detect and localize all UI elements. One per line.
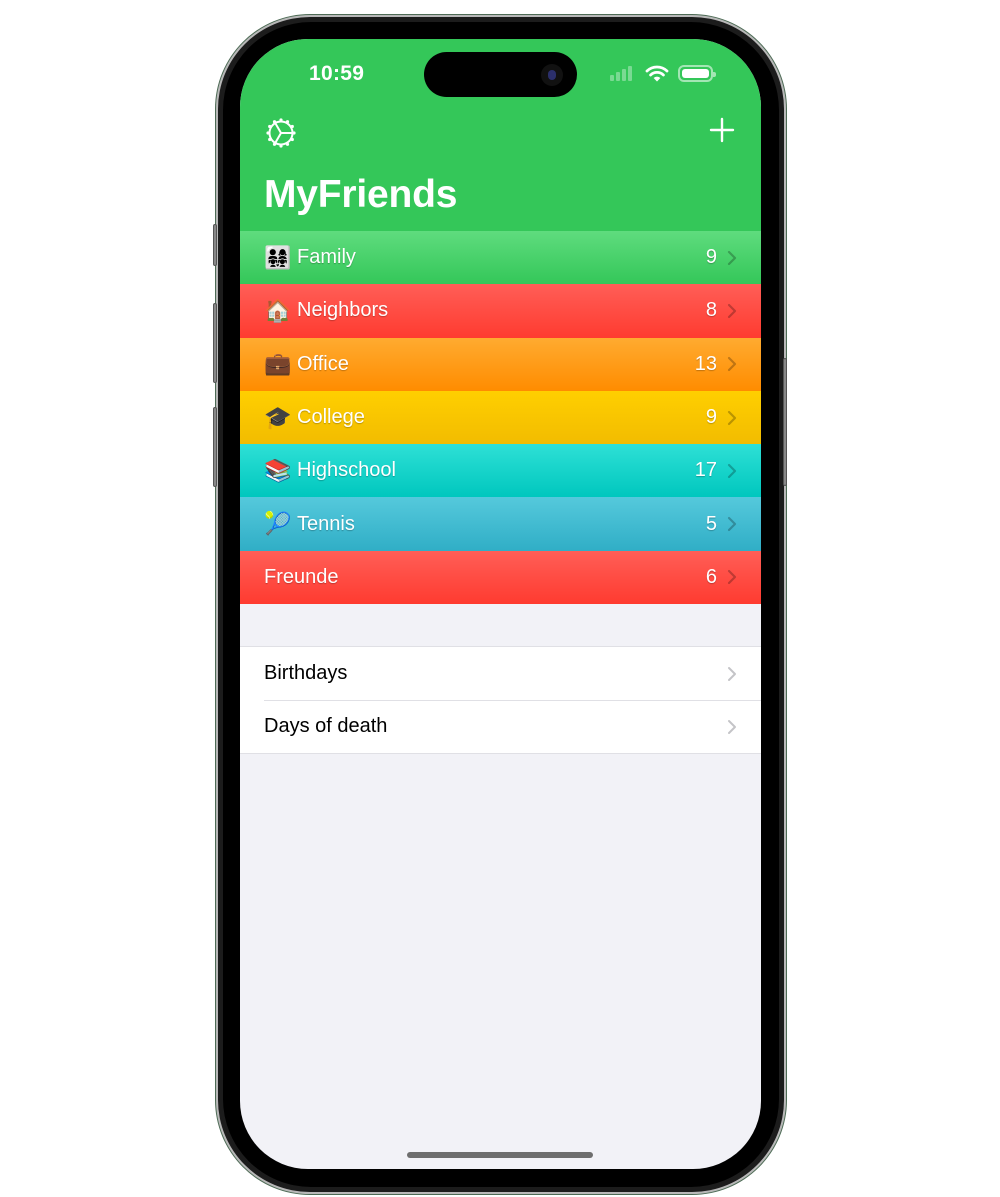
home-indicator[interactable] <box>407 1152 593 1158</box>
group-list: 👨‍👩‍👧‍👧 Family 9 🏠 Neighbors 8 💼 Office … <box>240 231 761 605</box>
group-label: Family <box>297 246 356 269</box>
battery-fill <box>682 69 709 78</box>
battery-tip <box>713 72 716 77</box>
briefcase-icon: 💼 <box>264 351 292 377</box>
tennis-ball-icon: 🎾 <box>264 511 292 537</box>
books-icon: 📚 <box>264 457 292 483</box>
battery-icon <box>678 65 716 82</box>
group-row-family[interactable]: 👨‍👩‍👧‍👧 Family 9 <box>240 231 761 285</box>
cellular-signal-icon <box>610 66 632 81</box>
group-count: 9 <box>705 406 717 429</box>
group-label: Freunde <box>264 565 339 588</box>
list-label: Birthdays <box>264 662 348 684</box>
group-label: Highschool <box>297 459 396 482</box>
group-count: 6 <box>705 565 717 588</box>
camera-icon <box>541 64 563 86</box>
list-label: Days of death <box>264 715 388 737</box>
chevron-right-icon <box>728 666 736 681</box>
page-title: MyFriends <box>264 173 458 216</box>
gear-icon[interactable] <box>264 116 298 150</box>
chevron-right-icon <box>727 570 737 585</box>
chevron-right-icon <box>727 250 737 265</box>
special-lists: Birthdays Days of death <box>240 646 761 754</box>
wifi-icon <box>645 65 669 82</box>
list-row-days-of-death[interactable]: Days of death <box>240 700 761 753</box>
chevron-right-icon <box>727 463 737 478</box>
header: 10:59 MyFriends <box>240 39 761 231</box>
status-time: 10:59 <box>309 62 365 85</box>
chevron-right-icon <box>727 517 737 532</box>
chevron-right-icon <box>727 357 737 372</box>
group-label: College <box>297 406 365 429</box>
group-count: 8 <box>705 299 717 322</box>
group-row-office[interactable]: 💼 Office 13 <box>240 337 761 391</box>
group-count: 9 <box>705 246 717 269</box>
group-label: Neighbors <box>297 299 389 322</box>
list-row-birthdays[interactable]: Birthdays <box>240 647 761 700</box>
volume-down-button <box>213 407 217 487</box>
screen: 10:59 <box>240 39 761 1169</box>
group-row-neighbors[interactable]: 🏠 Neighbors 8 <box>240 284 761 338</box>
house-icon: 🏠 <box>264 297 292 323</box>
power-button <box>783 358 787 486</box>
action-button <box>213 224 217 266</box>
chevron-right-icon <box>727 410 737 425</box>
group-row-highschool[interactable]: 📚 Highschool 17 <box>240 444 761 498</box>
group-count: 13 <box>694 352 717 375</box>
plus-icon[interactable] <box>709 117 735 143</box>
group-row-tennis[interactable]: 🎾 Tennis 5 <box>240 497 761 551</box>
group-row-college[interactable]: 🎓 College 9 <box>240 390 761 445</box>
chevron-right-icon <box>728 719 736 734</box>
volume-up-button <box>213 303 217 383</box>
group-label: Office <box>297 352 349 375</box>
group-label: Tennis <box>297 512 355 535</box>
family-icon: 👨‍👩‍👧‍👧 <box>264 244 292 270</box>
group-count: 5 <box>705 512 717 535</box>
group-count: 17 <box>694 459 717 482</box>
group-row-freunde[interactable]: Freunde 6 <box>240 550 761 605</box>
dynamic-island <box>424 52 577 97</box>
graduation-cap-icon: 🎓 <box>264 404 292 430</box>
chevron-right-icon <box>727 303 737 319</box>
